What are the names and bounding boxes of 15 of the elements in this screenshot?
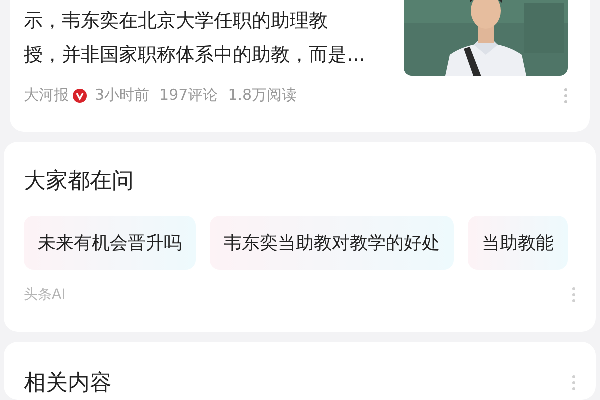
read-count: 1.8万阅读 <box>228 86 298 105</box>
article-card[interactable]: 示，韦东奕在北京大学任职的助理教 授，并非国家职称体系中的助教，而是... 大河报 3小时前 197评论 1.8万阅读 <box>10 0 590 132</box>
source-label: 头条AI <box>24 286 66 304</box>
article-summary: 示，韦东奕在北京大学任职的助理教 <box>24 9 329 34</box>
question-chip[interactable]: 未来有机会晋升吗 <box>24 216 196 270</box>
question-chip[interactable]: 韦东奕当助教对教学的好处 <box>210 216 454 270</box>
question-chip[interactable]: 当助教能 <box>468 216 568 270</box>
comment-count: 197评论 <box>160 86 218 105</box>
article-summary: 授，并非国家职称体系中的助教，而是... <box>24 43 366 68</box>
more-icon[interactable] <box>572 375 576 391</box>
more-icon[interactable] <box>572 287 576 303</box>
publish-time: 3小时前 <box>95 86 150 105</box>
more-icon[interactable] <box>564 88 568 104</box>
section-title: 大家都在问 <box>24 168 135 196</box>
section-title: 相关内容 <box>24 370 112 398</box>
